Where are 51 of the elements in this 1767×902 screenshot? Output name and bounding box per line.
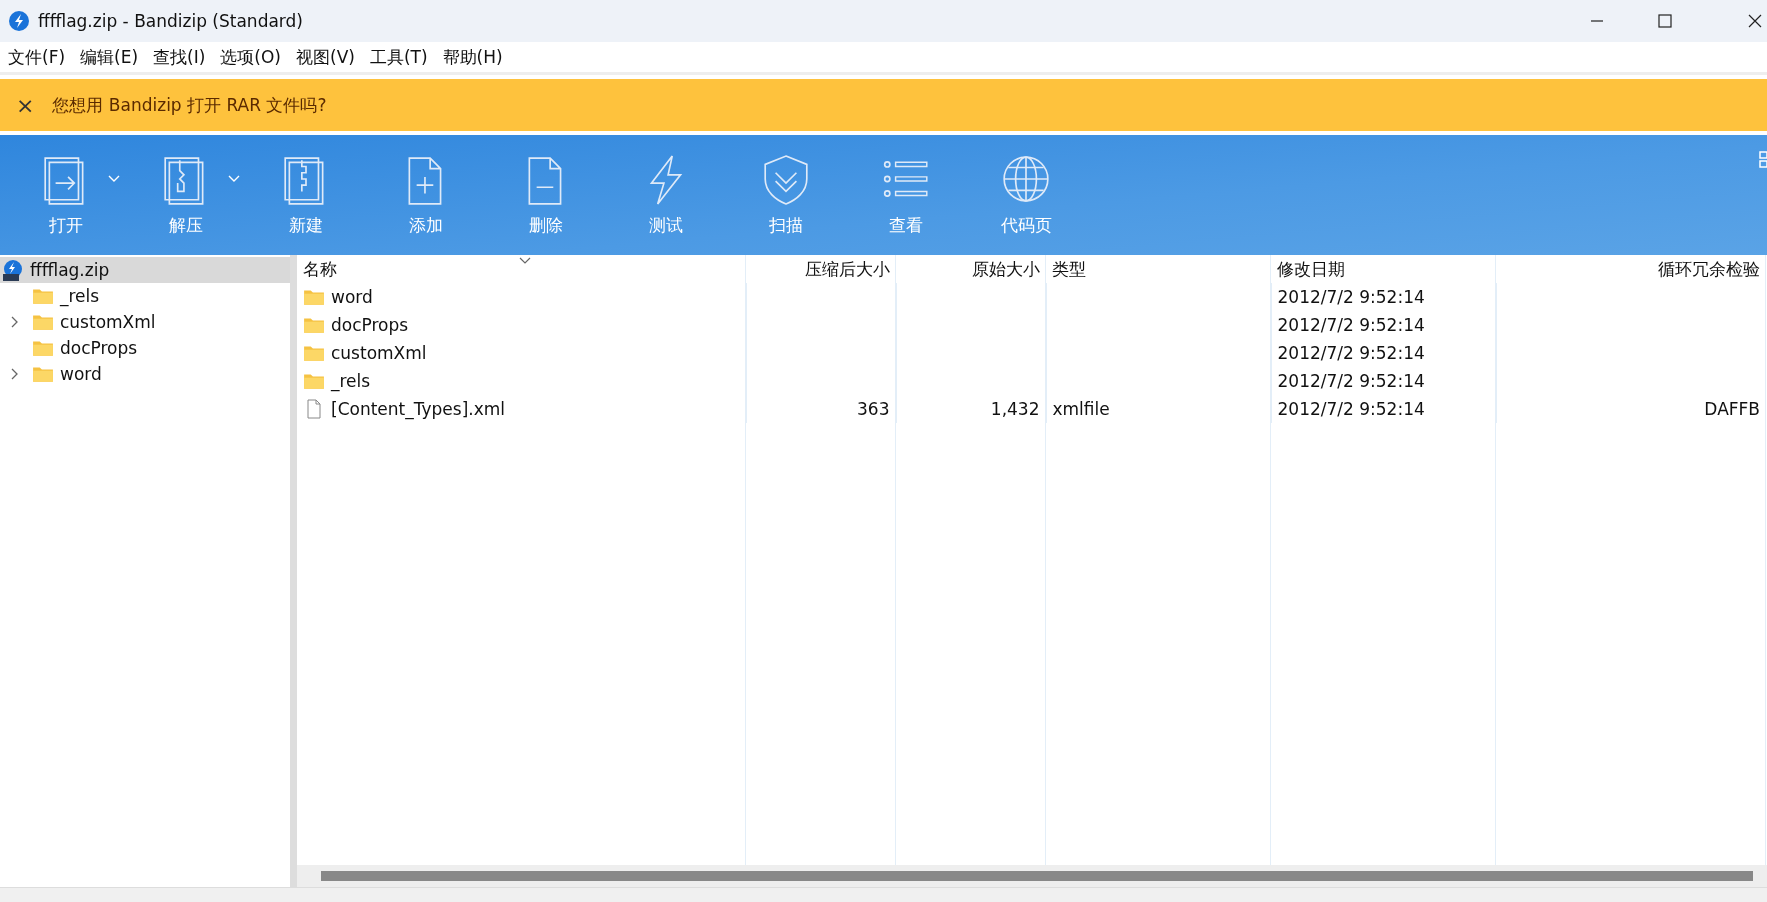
file-name[interactable]: customXml (331, 343, 427, 363)
table-cell: 2012/7/2 9:52:14 (1277, 343, 1425, 363)
sort-icon[interactable] (519, 257, 531, 264)
zip-icon (2, 259, 24, 281)
table-cell: 1,432 (990, 399, 1040, 419)
folder-icon (303, 371, 325, 391)
folder-icon (32, 338, 54, 358)
tree-item[interactable]: _rels (0, 283, 290, 309)
file-name[interactable]: word (331, 287, 373, 307)
table-cell: 2012/7/2 9:52:14 (1277, 315, 1425, 335)
column-header[interactable]: 原始大小 (896, 255, 1046, 283)
table-cell: DAFFB (1704, 399, 1760, 419)
table-cell: 2012/7/2 9:52:14 (1277, 371, 1425, 391)
folder-icon (303, 343, 325, 363)
table-cell: 363 (857, 399, 890, 419)
shield-icon (761, 153, 811, 206)
tree-root-item[interactable]: fffflag.zip (0, 257, 290, 283)
column-header[interactable]: 压缩后大小 (746, 255, 896, 283)
folder-icon (303, 287, 325, 307)
window-title: fffflag.zip - Bandizip (Standard) (38, 11, 304, 31)
tree-item[interactable]: word (0, 361, 290, 387)
menu-item[interactable]: 工具(T) (365, 45, 439, 69)
menu-item[interactable]: 视图(V) (292, 45, 366, 69)
tree-item[interactable]: docProps (0, 335, 290, 361)
column-header[interactable]: 类型 (1046, 255, 1271, 283)
menu-item[interactable]: 帮助(H) (438, 45, 514, 69)
horizontal-scrollbar[interactable] (297, 865, 1767, 887)
file-name[interactable]: docProps (331, 315, 409, 335)
table-cell: 2012/7/2 9:52:14 (1277, 399, 1425, 419)
notice-text: 您想用 Bandizip 打开 RAR 文件吗? (52, 93, 327, 117)
close-button[interactable]: × (16, 92, 35, 118)
table-cell: 2012/7/2 9:52:14 (1277, 287, 1425, 307)
menu-item[interactable]: 编辑(E) (76, 45, 150, 69)
caret-icon[interactable] (228, 175, 240, 183)
app-logo-icon (8, 10, 30, 32)
file-name[interactable]: _rels (331, 371, 371, 391)
folder-icon (32, 286, 54, 306)
menu-item[interactable]: 选项(O) (216, 45, 292, 69)
menu-item[interactable]: 查找(I) (149, 45, 217, 69)
column-header[interactable]: 名称 (297, 255, 746, 283)
folder-icon (32, 364, 54, 384)
menu-item[interactable]: 文件(F) (4, 45, 77, 69)
column-header[interactable]: 修改日期 (1271, 255, 1496, 283)
folder-icon (303, 315, 325, 335)
tree-item[interactable]: customXml (0, 309, 290, 335)
folder-icon (32, 312, 54, 332)
file-name[interactable]: [Content_Types].xml (331, 399, 506, 419)
table-cell: xmlfile (1052, 399, 1110, 419)
grid-icon[interactable] (1759, 151, 1767, 169)
caret-icon[interactable] (108, 175, 120, 183)
column-header[interactable]: 循环冗余检验 (1496, 255, 1766, 283)
